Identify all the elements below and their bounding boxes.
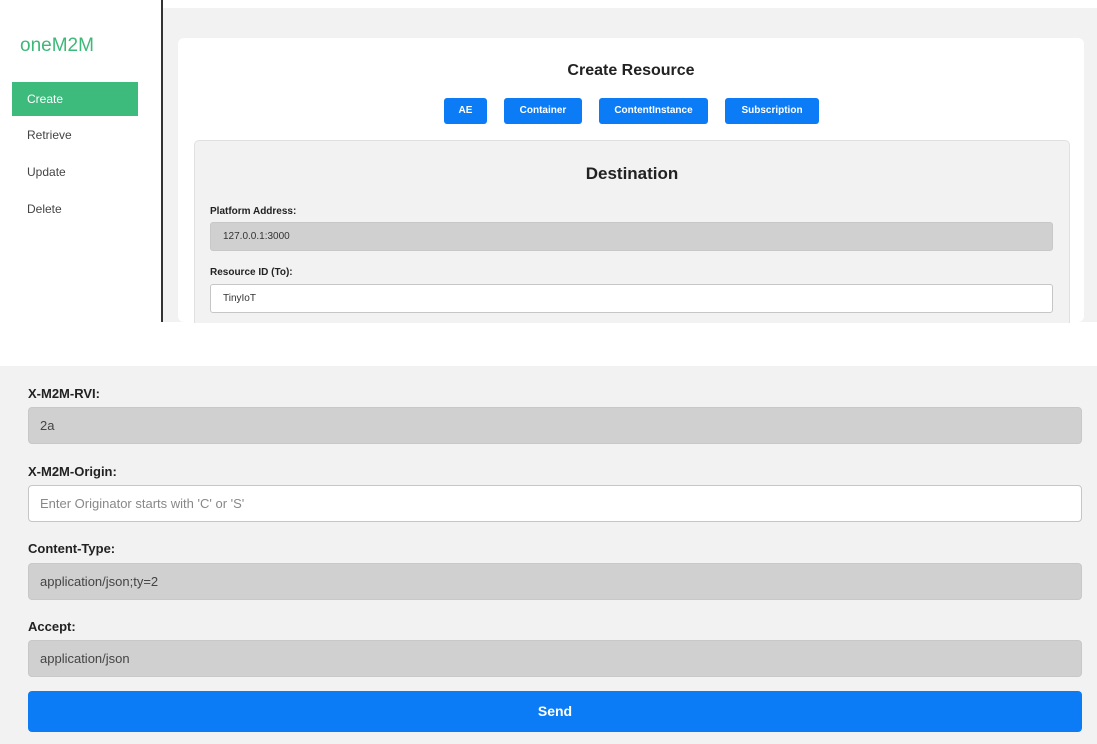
nav-retrieve[interactable]: Retrieve — [12, 118, 138, 152]
nav-delete[interactable]: Delete — [12, 192, 138, 226]
card-title: Create Resource — [567, 62, 695, 79]
type-button-contentinstance[interactable]: ContentInstance — [599, 98, 708, 124]
nav-update[interactable]: Update — [12, 155, 138, 189]
type-button-subscription[interactable]: Subscription — [725, 98, 819, 124]
send-button[interactable]: Send — [28, 691, 1082, 732]
bottom-screen: X-M2M-RVI: 2a X-M2M-Origin: Content-Type… — [0, 366, 1097, 744]
origin-input[interactable] — [28, 485, 1082, 522]
platform-address-field: 127.0.0.1:3000 — [210, 222, 1053, 251]
create-resource-card: Create Resource AE Container ContentInst… — [178, 38, 1084, 323]
content-type-label: Content-Type: — [28, 541, 116, 556]
origin-label: X-M2M-Origin: — [28, 464, 117, 479]
destination-panel: Destination Platform Address: 127.0.0.1:… — [194, 140, 1070, 323]
sidebar: oneM2M Create Retrieve Update Delete — [0, 0, 163, 322]
platform-address-label: Platform Address: — [210, 206, 297, 217]
brand-logo: oneM2M — [20, 35, 94, 56]
nav-create[interactable]: Create — [12, 82, 138, 116]
resource-id-label: Resource ID (To): — [210, 267, 293, 278]
destination-title: Destination — [585, 164, 679, 183]
accept-label: Accept: — [28, 619, 76, 634]
type-button-container[interactable]: Container — [504, 98, 582, 124]
resource-id-field[interactable]: TinyIoT — [210, 284, 1053, 313]
type-button-ae[interactable]: AE — [444, 98, 487, 124]
content-type-field: application/json;ty=2 — [28, 563, 1082, 600]
accept-field: application/json — [28, 640, 1082, 677]
top-screen: oneM2M Create Retrieve Update Delete Cre… — [0, 0, 1097, 323]
rvi-field: 2a — [28, 407, 1082, 444]
rvi-label: X-M2M-RVI: — [28, 386, 100, 401]
